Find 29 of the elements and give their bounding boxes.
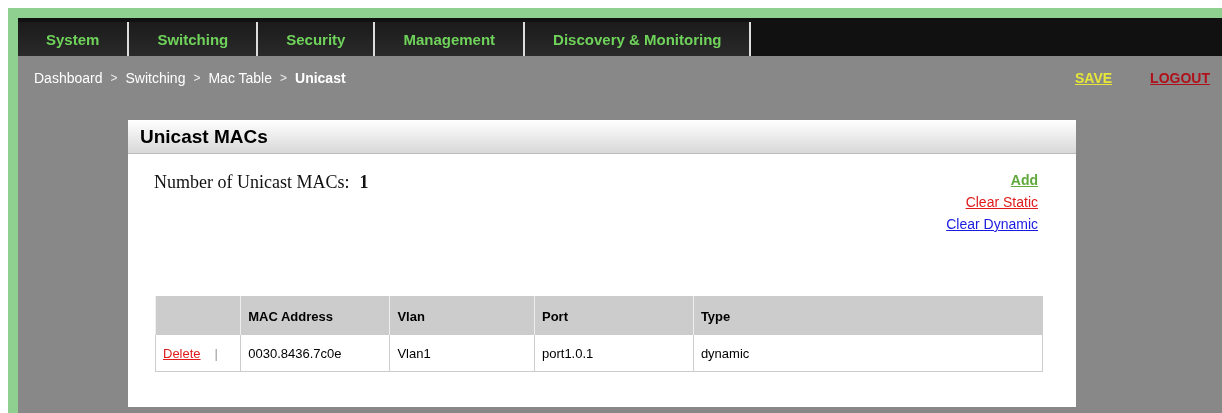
nav-tab[interactable]: Security: [258, 22, 376, 56]
column-header: Port: [534, 296, 694, 335]
breadcrumb-separator: >: [110, 71, 118, 85]
action-link[interactable]: Clear Dynamic: [946, 216, 1038, 232]
breadcrumb-item[interactable]: Mac Table: [208, 70, 272, 86]
save-link[interactable]: SAVE: [1075, 70, 1113, 86]
column-header: Type: [693, 296, 1043, 335]
nav-tab[interactable]: Management: [375, 22, 526, 56]
table-cell: port1.0.1: [534, 335, 694, 372]
panel-title: Unicast MACs: [128, 120, 1076, 154]
link-divider: |: [214, 345, 218, 361]
table-cell: Vlan1: [389, 335, 535, 372]
breadcrumb-separator: >: [280, 71, 288, 85]
nav-tab[interactable]: System: [18, 22, 130, 56]
column-header: MAC Address: [240, 296, 390, 335]
column-header: Vlan: [389, 296, 535, 335]
action-link[interactable]: Add: [1010, 172, 1038, 188]
breadcrumb-item[interactable]: Unicast: [295, 70, 346, 86]
delete-link[interactable]: Delete: [163, 345, 201, 361]
breadcrumb-item[interactable]: Dashboard: [34, 70, 103, 86]
table-cell: dynamic: [693, 335, 1043, 372]
count-value: 1: [359, 172, 369, 194]
nav-tab[interactable]: Switching: [129, 22, 259, 56]
breadcrumb-item[interactable]: Switching: [125, 70, 186, 86]
action-link[interactable]: Clear Static: [965, 194, 1038, 210]
breadcrumb-separator: >: [193, 71, 201, 85]
count-label: Number of Unicast MACs:: [154, 172, 350, 194]
table-cell: 0030.8436.7c0e: [240, 335, 390, 372]
nav-tab[interactable]: Discovery & Monitoring: [525, 22, 752, 56]
